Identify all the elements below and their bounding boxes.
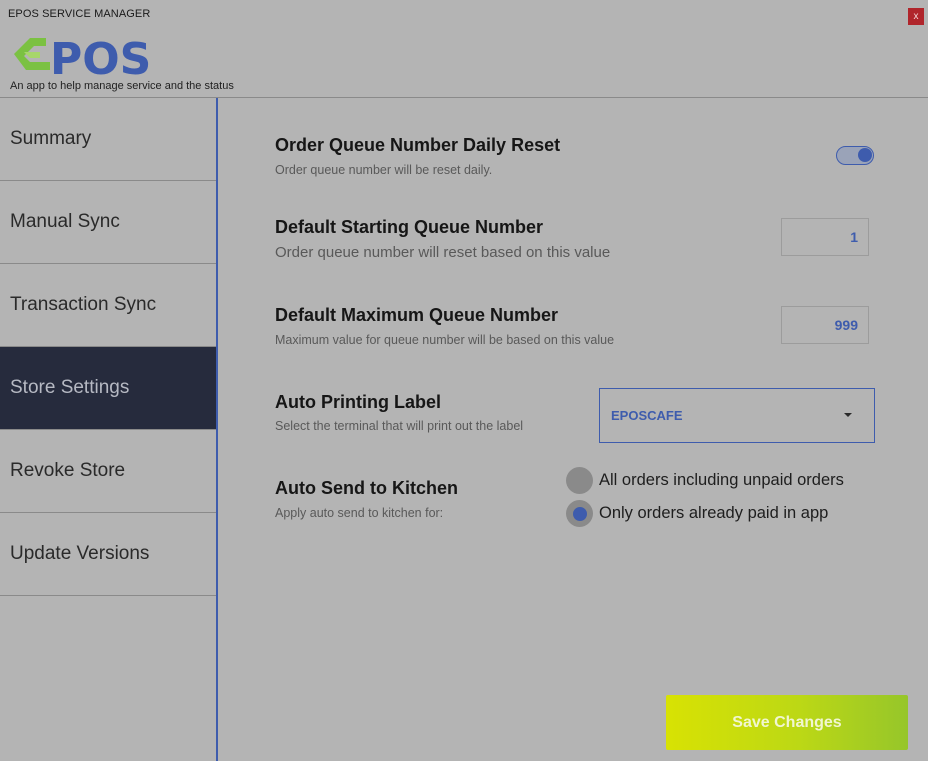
- radio-paid-orders[interactable]: Only orders already paid in app: [566, 500, 828, 527]
- starting-number-input[interactable]: [781, 218, 869, 256]
- printer-terminal-select[interactable]: EPOSCAFE: [599, 388, 875, 443]
- radio-all-orders[interactable]: All orders including unpaid orders: [566, 467, 844, 494]
- maximum-number-description: Maximum value for queue number will be b…: [275, 333, 615, 347]
- radio-selected-icon: [566, 500, 593, 527]
- radio-all-orders-label: All orders including unpaid orders: [599, 471, 844, 489]
- sidebar-item-store-settings[interactable]: Store Settings: [0, 347, 216, 430]
- auto-printing-description: Select the terminal that will print out …: [275, 419, 524, 433]
- window-title: EPOS SERVICE MANAGER: [8, 8, 151, 20]
- starting-number-title: Default Starting Queue Number: [275, 217, 544, 237]
- store-settings-panel: Order Queue Number Daily Reset Order que…: [220, 98, 928, 761]
- daily-reset-title: Order Queue Number Daily Reset: [275, 135, 561, 155]
- radio-paid-orders-label: Only orders already paid in app: [599, 504, 829, 522]
- auto-send-description: Apply auto send to kitchen for:: [275, 506, 444, 520]
- save-changes-button[interactable]: Save Changes: [666, 695, 908, 750]
- logo-text: POS: [50, 34, 151, 78]
- maximum-number-title: Default Maximum Queue Number: [275, 305, 559, 325]
- starting-number-description: Order queue number will reset based on t…: [275, 244, 611, 261]
- sidebar-nav: Summary Manual Sync Transaction Sync Sto…: [0, 98, 218, 761]
- sidebar-item-manual-sync[interactable]: Manual Sync: [0, 181, 216, 264]
- auto-send-title: Auto Send to Kitchen: [275, 478, 458, 498]
- app-header: EPOS SERVICE MANAGER x POS An app to hel…: [0, 0, 928, 98]
- sidebar-item-transaction-sync[interactable]: Transaction Sync: [0, 264, 216, 347]
- sidebar-item-summary[interactable]: Summary: [0, 98, 216, 181]
- epos-logo: POS: [10, 30, 170, 85]
- close-button[interactable]: x: [908, 8, 924, 25]
- chevron-down-icon: [844, 413, 852, 417]
- daily-reset-description: Order queue number will be reset daily.: [275, 163, 493, 177]
- radio-dot: [572, 506, 587, 521]
- sidebar-item-update-versions[interactable]: Update Versions: [0, 513, 216, 596]
- auto-printing-title: Auto Printing Label: [275, 392, 441, 412]
- app-tagline: An app to help manage service and the st…: [10, 80, 234, 92]
- radio-unselected-icon: [566, 467, 593, 494]
- daily-reset-toggle[interactable]: [836, 146, 874, 165]
- sidebar-item-revoke-store[interactable]: Revoke Store: [0, 430, 216, 513]
- printer-terminal-value: EPOSCAFE: [611, 408, 683, 423]
- maximum-number-input[interactable]: [781, 306, 869, 344]
- epos-logo-icon: POS: [14, 34, 151, 85]
- toggle-knob: [858, 148, 872, 162]
